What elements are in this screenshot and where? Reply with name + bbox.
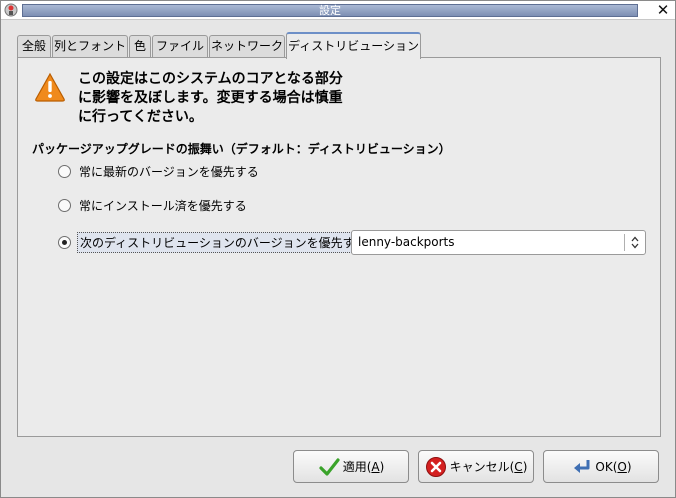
option-prefer-latest-label: 常に最新のバージョンを優先する bbox=[79, 164, 259, 179]
radio-prefer-installed[interactable] bbox=[58, 198, 71, 212]
cancel-button-label: キャンセル(C) bbox=[449, 460, 528, 474]
tab-colors[interactable]: 色 bbox=[129, 35, 151, 58]
title-bar[interactable]: 設定 ✕ bbox=[1, 1, 675, 20]
option-prefer-installed[interactable]: 常にインストール済を優先する bbox=[58, 196, 247, 214]
return-arrow-icon bbox=[574, 459, 590, 473]
tab-files[interactable]: ファイル bbox=[152, 35, 208, 58]
tab-network[interactable]: ネットワーク bbox=[209, 35, 285, 58]
tab-general[interactable]: 全般 bbox=[17, 35, 51, 58]
option-prefer-installed-label: 常にインストール済を優先する bbox=[79, 198, 247, 213]
window-title: 設定 bbox=[319, 4, 341, 17]
warning-line-2: に影響を及ぼします。変更する場合は慎重 bbox=[78, 90, 343, 106]
close-icon[interactable]: ✕ bbox=[655, 1, 671, 19]
warning-line-3: に行ってください。 bbox=[78, 109, 203, 125]
warning-icon bbox=[35, 72, 65, 102]
radio-prefer-latest[interactable] bbox=[58, 164, 71, 178]
title-strip: 設定 bbox=[22, 4, 638, 17]
distribution-select-value: lenny-backports bbox=[358, 235, 455, 249]
tab-columns-fonts[interactable]: 列とフォント bbox=[52, 35, 128, 58]
settings-window: 設定 ✕ 全般 列とフォント 色 ファイル ネットワーク ディストリビューション… bbox=[0, 0, 676, 498]
upgrade-behavior-label: パッケージアップグレードの振舞い（デフォルト：ディストリビューション） bbox=[32, 142, 451, 156]
checkmark-icon bbox=[319, 457, 340, 476]
option-prefer-latest[interactable]: 常に最新のバージョンを優先する bbox=[58, 162, 259, 180]
updown-arrow-icon[interactable] bbox=[629, 234, 641, 251]
radio-prefer-distribution[interactable] bbox=[58, 235, 71, 249]
ok-button[interactable]: OK(O) bbox=[543, 450, 659, 483]
cancel-button[interactable]: キャンセル(C) bbox=[418, 450, 534, 483]
tab-distribution[interactable]: ディストリビューション bbox=[286, 32, 421, 59]
warning-message: この設定はこのシステムのコアとなる部分 に影響を及ぼします。変更する場合は慎重 … bbox=[78, 70, 438, 127]
ok-button-label: OK(O) bbox=[595, 459, 632, 474]
combo-separator bbox=[624, 234, 625, 251]
distribution-select[interactable]: lenny-backports bbox=[351, 230, 646, 255]
apply-button-label: 適用(A) bbox=[342, 460, 385, 474]
warning-line-1: この設定はこのシステムのコアとなる部分 bbox=[78, 71, 343, 87]
cancel-icon bbox=[425, 456, 446, 477]
option-prefer-distribution-label: 次のディストリビューションのバージョンを優先する: bbox=[77, 231, 374, 253]
apply-button[interactable]: 適用(A) bbox=[293, 450, 409, 483]
option-prefer-distribution[interactable]: 次のディストリビューションのバージョンを優先する: bbox=[58, 231, 374, 253]
app-icon[interactable] bbox=[4, 3, 18, 17]
distribution-page: この設定はこのシステムのコアとなる部分 に影響を及ぼします。変更する場合は慎重 … bbox=[17, 57, 661, 437]
